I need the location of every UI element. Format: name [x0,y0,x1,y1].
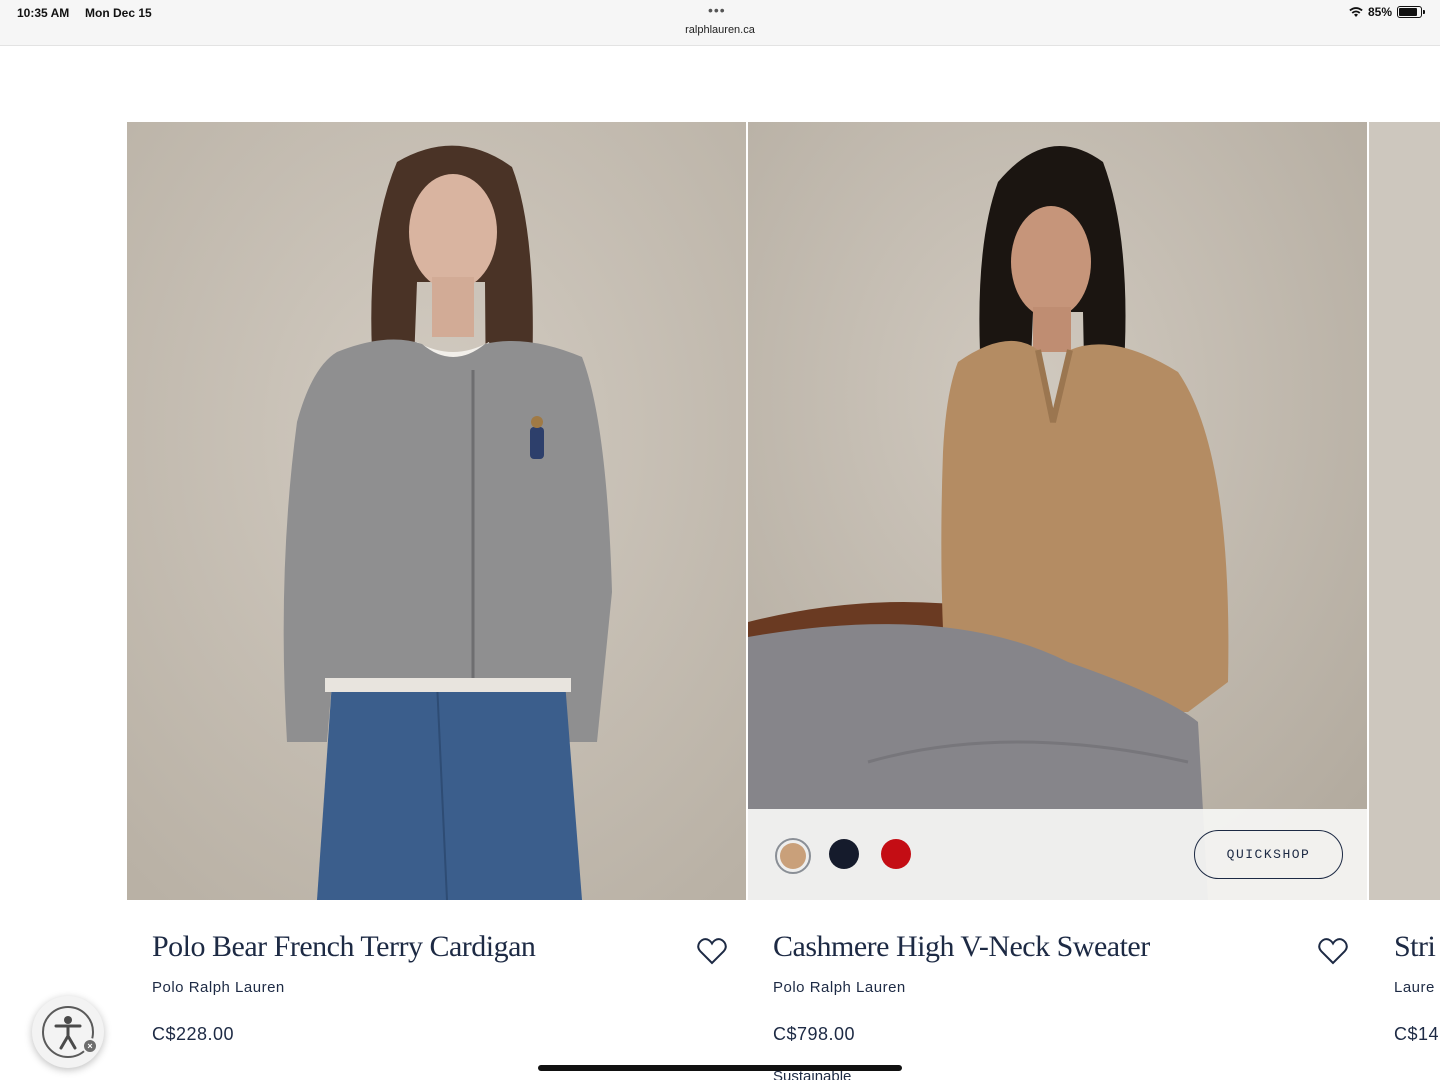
product-title[interactable]: Cashmere High V-Neck Sweater [773,930,1150,964]
browser-menu-dots[interactable]: ••• [708,2,726,18]
heart-outline-icon[interactable] [696,936,728,966]
accessibility-button[interactable]: × [32,996,104,1068]
product-title[interactable]: Polo Bear French Terry Cardigan [152,930,536,964]
home-indicator [538,1065,902,1071]
product-card[interactable]: Polo Bear French Terry Cardigan Polo Ral… [127,122,746,1080]
product-price: C$228.00 [152,1024,235,1044]
product-grid: Polo Bear French Terry Cardigan Polo Ral… [127,122,1440,1080]
status-time: 10:35 AM [17,6,70,20]
address-bar-url[interactable]: ralphlauren.ca [0,24,1440,36]
product-brand: Polo Ralph Lauren [152,979,285,996]
product-price: C$798.00 [773,1024,856,1044]
product-card[interactable]: Stri Laure C$14 [1369,122,1440,1080]
battery-icon [1397,6,1425,18]
color-swatch-selected[interactable] [775,838,811,874]
product-image[interactable] [1369,122,1440,900]
close-badge-icon[interactable]: × [82,1038,98,1054]
product-price: C$14 [1394,1024,1440,1044]
accessibility-person-icon: × [42,1006,98,1058]
color-swatch[interactable] [829,839,859,869]
status-indicators: 85% [1349,5,1425,19]
battery-percent: 85% [1367,5,1392,19]
color-swatch[interactable] [881,839,911,869]
product-card[interactable]: QUICKSHOP Cashmere High V-Neck Sweater P… [748,122,1367,1080]
status-date: Mon Dec 15 [85,6,152,20]
status-bar: 10:35 AM Mon Dec 15 ••• ralphlauren.ca 8… [0,0,1440,46]
product-brand: Laure [1394,979,1435,996]
heart-outline-icon[interactable] [1317,936,1349,966]
wifi-icon [1349,7,1363,17]
product-image[interactable]: QUICKSHOP [748,122,1367,900]
product-quick-bar: QUICKSHOP [748,809,1367,900]
product-image[interactable] [127,122,746,900]
product-title[interactable]: Stri [1394,930,1436,964]
product-brand: Polo Ralph Lauren [773,979,906,996]
quickshop-button[interactable]: QUICKSHOP [1194,830,1343,879]
